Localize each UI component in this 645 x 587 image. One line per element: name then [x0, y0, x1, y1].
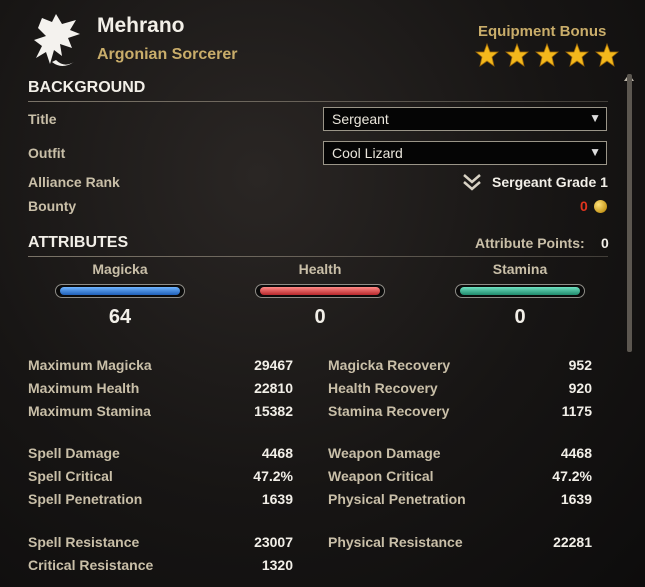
- alliance-rank-value: Sergeant Grade 1: [492, 174, 608, 190]
- stat-value: 1639: [261, 491, 293, 507]
- stat-value: 15382: [254, 403, 293, 419]
- stat-value: 952: [568, 357, 592, 373]
- character-race-class: Argonian Sorcerer: [97, 46, 238, 63]
- star-icon: [475, 43, 499, 67]
- stat-value: 4468: [560, 445, 592, 461]
- outfit-dropdown-value: Cool Lizard: [332, 145, 403, 161]
- stat-label: Physical Resistance: [328, 534, 463, 550]
- alliance-rank-label: Alliance Rank: [28, 174, 120, 190]
- stat-label: Critical Resistance: [28, 557, 154, 573]
- stat-value: 47.2%: [552, 468, 592, 484]
- health-bar[interactable]: [255, 284, 385, 298]
- stat-label: Magicka Recovery: [328, 357, 451, 373]
- stat-value: 29467: [254, 357, 293, 373]
- magicka-value: 64: [108, 306, 132, 328]
- stat-label: Stamina Recovery: [328, 403, 450, 419]
- magicka-bar[interactable]: [55, 284, 185, 298]
- health-value: 0: [314, 306, 326, 328]
- gold-coin-icon: [594, 200, 607, 213]
- character-name: Mehrano: [97, 14, 185, 37]
- divider: [28, 256, 608, 257]
- star-icon: [535, 43, 559, 67]
- stat-label: Spell Damage: [28, 445, 120, 461]
- dropdown-arrow-icon: ▼: [589, 145, 601, 159]
- stat-label: Health Recovery: [328, 380, 438, 396]
- stat-label: Weapon Damage: [328, 445, 441, 461]
- bounty-value: 0: [580, 198, 588, 214]
- stat-label: Spell Resistance: [28, 534, 140, 550]
- stat-value: 47.2%: [253, 468, 293, 484]
- title-dropdown[interactable]: Sergeant ▼: [323, 107, 607, 131]
- stamina-label: Stamina: [492, 261, 548, 277]
- stat-label: Maximum Health: [28, 380, 140, 396]
- stat-value: 22281: [553, 534, 592, 550]
- equipment-bonus-stars: [475, 43, 619, 67]
- stat-label: Maximum Stamina: [28, 403, 151, 419]
- stat-label: Spell Penetration: [28, 491, 143, 507]
- stat-value: 22810: [254, 380, 293, 396]
- attributes-section-title: ATTRIBUTES: [28, 234, 129, 251]
- stamina-value: 0: [514, 306, 526, 328]
- stat-value: 1639: [560, 491, 592, 507]
- stat-label: Maximum Magicka: [28, 357, 152, 373]
- star-icon: [595, 43, 619, 67]
- stat-value: 4468: [261, 445, 293, 461]
- background-section-title: BACKGROUND: [28, 79, 146, 96]
- magicka-label: Magicka: [92, 261, 148, 277]
- scrollbar-thumb[interactable]: [627, 74, 632, 352]
- attribute-points-label: Attribute Points:: [475, 235, 585, 251]
- stat-value: 1175: [561, 403, 592, 419]
- divider: [28, 101, 608, 102]
- health-label: Health: [298, 261, 342, 277]
- stat-label: Physical Penetration: [328, 491, 466, 507]
- star-icon: [565, 43, 589, 67]
- equipment-bonus-label: Equipment Bonus: [478, 23, 607, 40]
- stamina-bar[interactable]: [455, 284, 585, 298]
- stat-value: 1320: [261, 557, 293, 573]
- outfit-dropdown[interactable]: Cool Lizard ▼: [323, 141, 607, 165]
- title-dropdown-value: Sergeant: [332, 111, 389, 127]
- title-label: Title: [28, 111, 57, 127]
- stat-value: 920: [568, 380, 592, 396]
- bounty-label: Bounty: [28, 198, 77, 214]
- stat-label: Weapon Critical: [328, 468, 434, 484]
- rank-chevrons-icon: [463, 174, 481, 191]
- attribute-points-value: 0: [601, 235, 609, 251]
- dropdown-arrow-icon: ▼: [589, 111, 601, 125]
- stat-label: Spell Critical: [28, 468, 113, 484]
- outfit-label: Outfit: [28, 145, 66, 161]
- star-icon: [505, 43, 529, 67]
- dragon-emblem-icon: [34, 14, 80, 66]
- stat-value: 23007: [254, 534, 293, 550]
